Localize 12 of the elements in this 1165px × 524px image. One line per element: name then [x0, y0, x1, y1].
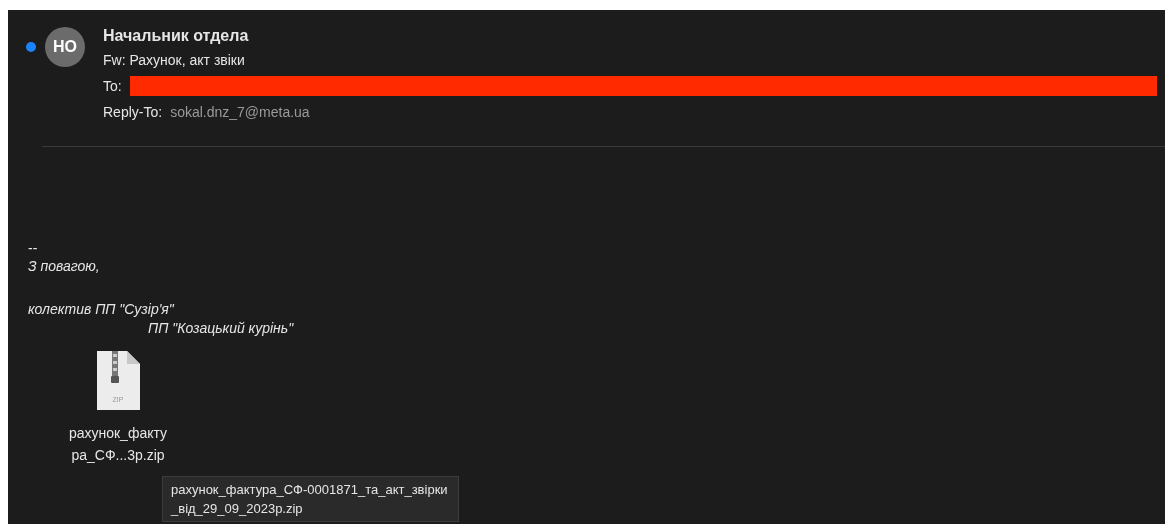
signature-separator: -- — [28, 239, 39, 257]
attachment-name[interactable]: рахунок_факту ра_СФ...3р.zip — [68, 422, 168, 466]
subject: Fw: Рахунок, акт звіки — [103, 51, 246, 70]
to-label: To: — [103, 77, 122, 96]
reply-to-address[interactable]: sokal.dnz_7@meta.ua — [170, 102, 310, 122]
sender-name: Начальник отдела — [103, 26, 250, 46]
signature-line: ПП "Козацький курінь" — [147, 319, 295, 338]
signature-line: З повагою, — [28, 257, 101, 276]
reply-to-label: Reply-To: — [103, 103, 163, 122]
signature-line: колектив ПП "Сузір'я" — [28, 300, 175, 319]
tooltip: рахунок_фактура_СФ-0001871_та_акт_звірки _від_29_09_2023р.zip — [162, 476, 459, 522]
avatar: НО — [45, 27, 85, 67]
